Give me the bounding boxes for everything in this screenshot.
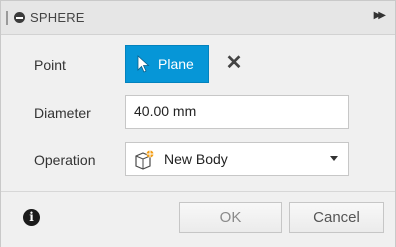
sphere-minus-icon[interactable] <box>14 12 25 23</box>
chevron-down-icon[interactable] <box>330 156 338 161</box>
info-icon[interactable]: i <box>23 209 40 226</box>
close-icon[interactable]: ✕ <box>223 51 245 75</box>
diameter-label: Diameter <box>34 105 91 121</box>
operation-label: Operation <box>34 152 96 168</box>
ok-button[interactable]: OK <box>179 202 282 233</box>
cursor-arrow-icon <box>137 55 150 73</box>
diameter-field[interactable]: 40.00 mm <box>125 95 349 129</box>
operation-value: New Body <box>164 151 228 167</box>
operation-dropdown[interactable]: New Body <box>125 142 349 176</box>
point-select-label: Plane <box>158 56 194 72</box>
dialog-title: SPHERE <box>30 10 85 25</box>
drag-grip-icon[interactable] <box>6 11 8 25</box>
point-select-button[interactable]: Plane <box>125 45 209 83</box>
dialog-footer: i OK Cancel <box>1 191 395 247</box>
new-body-icon <box>135 150 154 170</box>
double-arrow-right-icon[interactable]: ▶▶ <box>374 10 387 21</box>
point-label: Point <box>34 57 66 73</box>
cancel-button[interactable]: Cancel <box>289 202 384 233</box>
dialog-titlebar[interactable]: SPHERE ▶▶ <box>1 1 395 35</box>
sphere-dialog: SPHERE ▶▶ Point Plane ✕ Diameter 40.00 m… <box>0 0 396 247</box>
